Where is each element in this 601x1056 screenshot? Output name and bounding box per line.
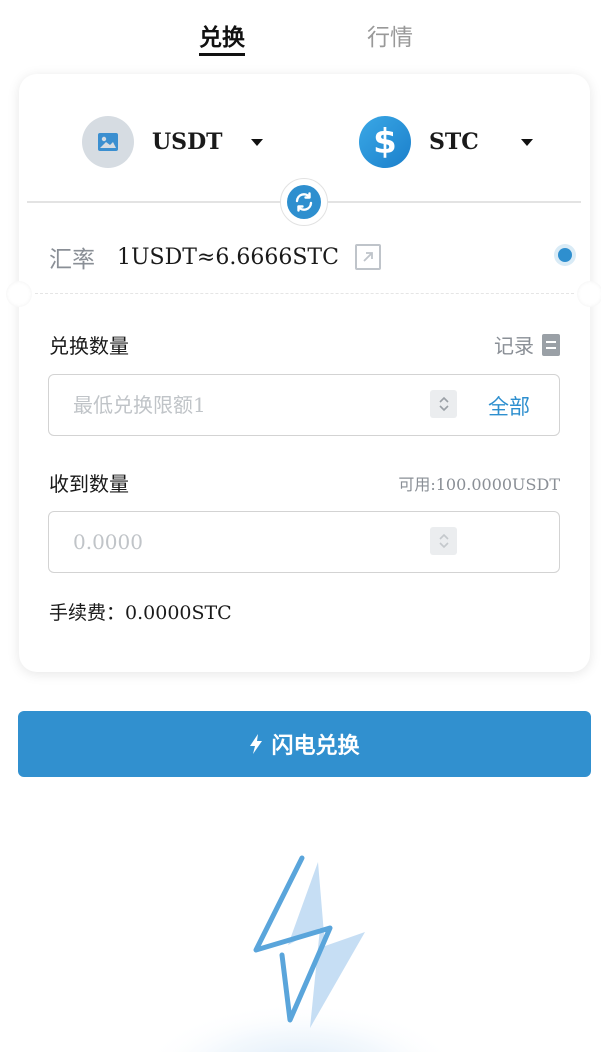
exchange-amount-stepper[interactable]: [430, 390, 457, 418]
flash-exchange-label: 闪电兑换: [271, 734, 360, 759]
tab-market[interactable]: 行情: [367, 18, 413, 52]
rate-row: 汇率 1USDT≈6.6666STC: [49, 240, 572, 274]
exchange-amount-field: 全部: [48, 374, 560, 436]
dashed-divider: [35, 293, 574, 294]
exchange-amount-input[interactable]: [71, 392, 415, 418]
swap-icon: [287, 185, 321, 219]
tab-bar: 兑换 行情: [0, 0, 601, 60]
available-balance: 可用:100.0000USDT: [398, 474, 560, 494]
external-link-icon[interactable]: [354, 244, 381, 270]
receive-amount-stepper[interactable]: [430, 527, 457, 555]
ticket-notch: [577, 281, 601, 307]
image-placeholder-icon: [82, 116, 134, 168]
ticket-notch: [6, 281, 32, 307]
lightning-illustration: [150, 850, 450, 1056]
rate-value: 1USDT≈6.6666STC: [117, 244, 339, 270]
document-icon: [542, 333, 560, 356]
from-coin-selector[interactable]: USDT: [82, 114, 263, 170]
exchange-amount-label: 兑换数量: [49, 334, 129, 358]
chevron-down-icon: [520, 138, 533, 146]
fee-value: 0.0000STC: [125, 602, 232, 624]
to-coin-selector[interactable]: $ STC: [359, 114, 533, 170]
status-dot: [558, 248, 572, 262]
fee-label: 手续费：: [49, 602, 126, 624]
from-coin-name: USDT: [152, 129, 223, 155]
exchange-card: USDT $ STC 汇率 1USDT≈6.6666STC 兑换数量 记录 最低…: [6, 74, 601, 672]
lightning-icon: [250, 734, 263, 754]
dollar-icon: $: [359, 116, 411, 168]
receive-label-row: 收到数量 可用:100.0000USDT: [49, 468, 560, 497]
rate-label: 汇率: [49, 247, 95, 273]
exchange-label-row: 兑换数量 记录: [49, 330, 560, 359]
to-coin-name: STC: [429, 129, 479, 155]
fee-row: 手续费：0.0000STC: [49, 598, 232, 625]
chevron-down-icon: [250, 138, 263, 146]
receive-amount-label: 收到数量: [49, 472, 129, 496]
tab-exchange[interactable]: 兑换: [199, 18, 245, 56]
receive-amount-input[interactable]: [71, 529, 415, 555]
receive-amount-field: [48, 511, 560, 573]
record-label: 记录: [494, 334, 534, 358]
record-link[interactable]: 记录: [494, 330, 560, 359]
flash-exchange-button[interactable]: 闪电兑换: [18, 711, 591, 777]
all-button[interactable]: 全部: [488, 391, 530, 421]
swap-button[interactable]: [280, 178, 328, 226]
